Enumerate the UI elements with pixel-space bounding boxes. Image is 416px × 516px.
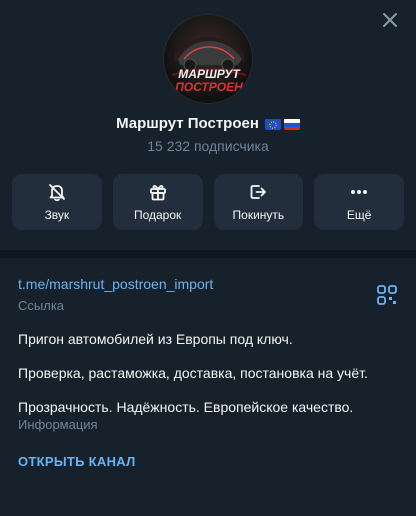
channel-info: t.me/marshrut_postroen_import Ссылка При… [0,250,416,516]
gift-button[interactable]: Подарок [112,174,203,230]
subscriber-count: 15 232 подписчика [147,138,269,154]
channel-name: Маршрут Построен [116,115,259,132]
gift-label: Подарок [133,208,182,222]
more-label: Ещё [346,208,372,222]
eu-flag-icon [264,118,281,130]
description-line: Проверка, растаможка, доставка, постанов… [18,364,368,381]
leave-icon [250,185,267,199]
avatar-logo-line2: ПОСТРОЕН [175,80,243,94]
mute-button[interactable]: Звук [12,174,102,230]
mute-label: Звук [44,208,70,222]
bell-slash-icon [48,184,65,202]
channel-title-row: Маршрут Построен [0,115,416,132]
leave-label: Покинуть [232,208,285,222]
action-bar: Звук Подарок Покинуть Ещё [12,174,404,230]
description-caption: Информация [18,417,98,433]
channel-description: Пригон автомобилей из Европы под ключ. П… [18,331,398,415]
ru-flag-icon [283,118,300,130]
flags [264,118,300,130]
description-line: Пригон автомобилей из Европы под ключ. [18,331,293,347]
close-button[interactable] [378,8,402,32]
avatar-logo-line1: МАРШРУТ [178,67,241,81]
open-channel-button[interactable]: ОТКРЫТЬ КАНАЛ [18,454,136,469]
qr-code-icon [377,285,397,305]
gift-icon [149,185,166,201]
leave-button[interactable]: Покинуть [213,174,304,230]
channel-link[interactable]: t.me/marshrut_postroen_import [18,276,398,292]
channel-avatar: МАРШРУТ ПОСТРОЕН [163,14,253,104]
close-icon [383,13,397,27]
channel-header: МАРШРУТ ПОСТРОЕН Маршрут Построен 15 232… [0,0,416,250]
description-line: Прозрачность. Надёжность. Европейское ка… [18,398,354,415]
link-caption: Ссылка [18,298,65,313]
qr-code-button[interactable] [376,284,398,306]
more-icon [351,190,368,194]
more-button[interactable]: Ещё [314,174,404,230]
